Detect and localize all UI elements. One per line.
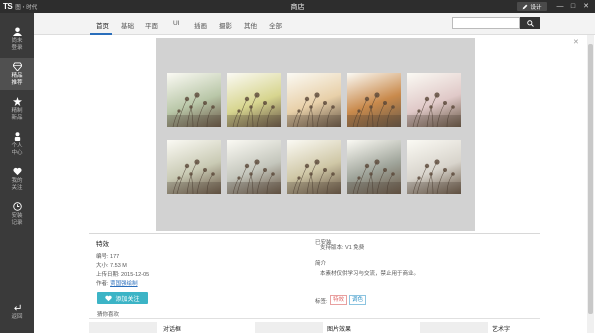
follow-button[interactable]: 添加关注 [97,292,148,304]
sidebar-item-label: 推荐 [11,79,23,86]
close-detail-icon[interactable]: ✕ [573,38,579,46]
diamond-icon [0,62,34,73]
author-label: 作者: [96,281,109,287]
effect-thumbnail[interactable] [287,140,341,194]
design-label: 设计 [530,4,542,11]
effect-thumbnail[interactable] [227,73,281,127]
tab-graphic[interactable]: 平面 [145,20,158,30]
logo-text: 图・时代 [15,4,38,11]
heart-icon [105,295,113,301]
recommend-card[interactable] [89,322,157,333]
recommend-name[interactable]: 艺术字 [492,324,510,333]
sidebar-item-label: 登录 [11,44,23,51]
tab-home[interactable]: 首页 [96,20,109,30]
back-label: 返回 [11,314,23,320]
design-button[interactable]: 设计 [517,2,547,11]
search-icon [526,19,534,27]
tags-label: 标签: [315,299,328,305]
sidebar-back-button[interactable]: 返回 [0,299,34,325]
back-arrow-icon [0,303,34,314]
person-icon [0,132,34,143]
effect-thumbnail[interactable] [347,140,401,194]
intro-label: 简介 [315,261,327,267]
version-text: 支持版本: V1 免费 [320,245,365,251]
sidebar-item-label: 记录 [11,219,23,226]
sidebar-item-label: 关注 [11,184,23,191]
minimize-button[interactable]: — [555,2,565,11]
sidebar: 尚未 登录 精品 推荐 精制 新品 个人 中心 我的 关注 安装 记录 返回 [0,13,34,333]
search-button[interactable] [520,17,540,29]
effect-thumbnail[interactable] [287,73,341,127]
item-author: 作者: 贾国强绘制 [96,279,138,287]
effect-thumbnail[interactable] [167,73,221,127]
sidebar-item-personal[interactable]: 个人 中心 [0,128,34,160]
recommend-card[interactable] [420,322,488,333]
sidebar-item-label: 我的 [11,178,23,184]
effect-thumbnail[interactable] [167,140,221,194]
item-id: 编号: 177 [96,254,120,260]
divider [89,233,540,234]
sidebar-item-following[interactable]: 我的 关注 [0,163,34,195]
heart-icon [0,167,34,178]
sidebar-item-login[interactable]: 尚未 登录 [0,23,34,55]
sidebar-item-featured[interactable]: 精品 推荐 [0,58,34,90]
sidebar-item-label: 精品 [11,73,23,79]
follow-label: 添加关注 [115,296,140,303]
sidebar-item-label: 尚未 [11,38,23,44]
app-logo: TS 图・时代 [3,2,37,11]
author-link[interactable]: 贾国强绘制 [110,281,138,287]
item-title: 特效 [96,241,109,248]
sidebar-item-label: 中心 [11,149,23,156]
sidebar-item-label: 个人 [11,143,23,149]
sidebar-item-label: 安装 [11,213,23,219]
user-icon [0,27,34,38]
effect-thumbnail[interactable] [407,73,461,127]
recommend-heading: 猜你喜欢 [97,312,120,318]
clock-icon [0,202,34,213]
tab-basic[interactable]: 基础 [121,20,134,30]
sidebar-item-label: 精制 [11,108,23,114]
preview-panel [156,38,475,231]
tab-illustration[interactable]: 插画 [194,20,207,30]
item-upload-date: 上传日期: 2015-12-05 [96,272,150,278]
tab-other[interactable]: 其他 [244,20,257,30]
recommend-card[interactable] [255,322,323,333]
effect-thumbnail[interactable] [227,140,281,194]
maximize-button[interactable]: □ [568,2,578,11]
tag-color[interactable]: 调色 [349,295,367,305]
effect-thumbnail[interactable] [407,140,461,194]
search-input[interactable] [452,17,520,29]
item-size: 大小: 7.53 M [96,263,127,269]
active-tab-indicator [90,33,112,35]
sidebar-item-history[interactable]: 安装 记录 [0,198,34,230]
star-icon [0,97,34,108]
tag-effect[interactable]: 特效 [330,295,348,305]
scrollbar-thumb[interactable] [588,44,593,314]
intro-text: 本素材仅供学习与交流，禁止用于商业。 [320,271,420,277]
close-window-button[interactable]: ✕ [581,2,591,11]
tab-photography[interactable]: 摄影 [219,20,232,30]
title-bar: TS 图・时代 商店 设计 — □ ✕ [0,0,595,13]
logo-mark: TS [3,2,13,11]
sidebar-item-new[interactable]: 精制 新品 [0,93,34,125]
pencil-icon [523,4,528,9]
sidebar-item-label: 新品 [11,114,23,121]
tab-ui[interactable]: UI [173,20,180,27]
window-title: 商店 [290,4,305,11]
tab-all[interactable]: 全部 [269,20,282,30]
effect-thumbnail[interactable] [347,73,401,127]
recommend-name[interactable]: 图片效果 [327,324,351,333]
recommend-name[interactable]: 对话框 [163,324,181,333]
recommend-divider [89,318,540,319]
